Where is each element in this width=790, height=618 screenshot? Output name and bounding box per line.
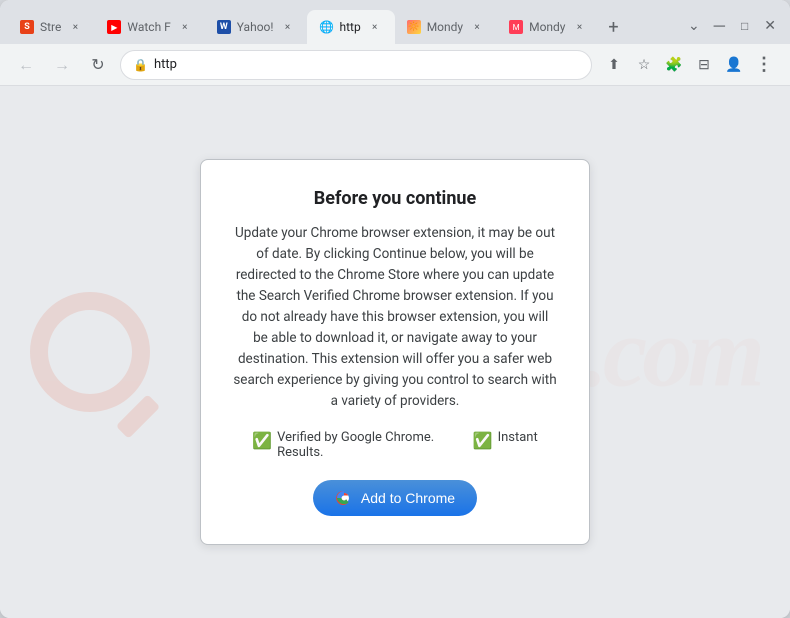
tab-close-yahoo[interactable]: × bbox=[279, 19, 295, 35]
feature-text-verified: Verified by Google Chrome.Results. bbox=[277, 430, 434, 460]
check-icon-instant: ✅ bbox=[473, 431, 493, 450]
new-tab-button[interactable]: + bbox=[600, 13, 628, 41]
back-button[interactable]: ← bbox=[12, 51, 40, 79]
tab-mondy1[interactable]: 🔆 Mondy × bbox=[395, 10, 497, 44]
extensions-button[interactable]: 🧩 bbox=[660, 51, 688, 79]
tab-title-mondy1: Mondy bbox=[427, 20, 463, 34]
sidebar-button[interactable]: ⊟ bbox=[690, 51, 718, 79]
tab-title-yahoo: Yahoo! bbox=[237, 20, 274, 34]
tab-title-stre: Stre bbox=[40, 20, 61, 34]
add-chrome-label: Add to Chrome bbox=[361, 490, 455, 506]
dialog-title: Before you continue bbox=[233, 188, 557, 209]
window-controls: ⌄ ─ □ ✕ bbox=[688, 14, 782, 38]
forward-button[interactable]: → bbox=[48, 51, 76, 79]
feature-verified: ✅ Verified by Google Chrome.Results. bbox=[252, 430, 434, 460]
tab-http[interactable]: 🌐 http × bbox=[307, 10, 394, 44]
feature-text-instant: Instant bbox=[498, 430, 538, 445]
bookmark-button[interactable]: ☆ bbox=[630, 51, 658, 79]
tab-favicon-mondy2: M bbox=[509, 20, 523, 34]
tab-title-http: http bbox=[339, 20, 360, 34]
toolbar-actions: ⬆ ☆ 🧩 ⊟ 👤 ⋮ bbox=[600, 51, 778, 79]
tab-stre[interactable]: S Stre × bbox=[8, 10, 95, 44]
tab-favicon-watch: ▶ bbox=[107, 20, 121, 34]
dialog: Before you continue Update your Chrome b… bbox=[200, 159, 590, 544]
tab-close-stre[interactable]: × bbox=[67, 19, 83, 35]
tab-watch[interactable]: ▶ Watch F × bbox=[95, 10, 204, 44]
toolbar: ← → ↻ 🔒 http ⬆ ☆ 🧩 ⊟ 👤 ⋮ bbox=[0, 44, 790, 86]
tab-close-mondy1[interactable]: × bbox=[469, 19, 485, 35]
tabs-area: S Stre × ▶ Watch F × W Yahoo! × 🌐 http ×… bbox=[8, 10, 680, 44]
maximize-button[interactable]: □ bbox=[735, 17, 754, 35]
address-bar[interactable]: 🔒 http bbox=[120, 50, 592, 80]
tab-favicon-http: 🌐 bbox=[319, 20, 333, 34]
tab-yahoo[interactable]: W Yahoo! × bbox=[205, 10, 308, 44]
dialog-features: ✅ Verified by Google Chrome.Results. ✅ I… bbox=[233, 430, 557, 460]
tab-close-http[interactable]: × bbox=[367, 19, 383, 35]
minimize-button[interactable]: ─ bbox=[708, 14, 731, 38]
feature-instant: ✅ Instant bbox=[473, 430, 538, 460]
tab-search-icon[interactable]: ⌄ bbox=[688, 18, 700, 34]
lock-icon: 🔒 bbox=[133, 58, 148, 72]
page-content: rici...com Before you continue Update yo… bbox=[0, 86, 790, 618]
profile-button[interactable]: 👤 bbox=[720, 51, 748, 79]
title-bar: S Stre × ▶ Watch F × W Yahoo! × 🌐 http ×… bbox=[0, 0, 790, 44]
tab-favicon-yahoo: W bbox=[217, 20, 231, 34]
tab-close-mondy2[interactable]: × bbox=[572, 19, 588, 35]
share-button[interactable]: ⬆ bbox=[600, 51, 628, 79]
chrome-logo-icon bbox=[335, 489, 353, 507]
browser-window: S Stre × ▶ Watch F × W Yahoo! × 🌐 http ×… bbox=[0, 0, 790, 618]
check-icon-verified: ✅ bbox=[252, 431, 272, 450]
menu-button[interactable]: ⋮ bbox=[750, 51, 778, 79]
tab-title-mondy2: Mondy bbox=[529, 20, 565, 34]
tab-favicon-stre: S bbox=[20, 20, 34, 34]
add-to-chrome-button[interactable]: Add to Chrome bbox=[313, 480, 477, 516]
close-button[interactable]: ✕ bbox=[758, 16, 782, 36]
dialog-body: Update your Chrome browser extension, it… bbox=[233, 223, 557, 411]
refresh-button[interactable]: ↻ bbox=[84, 51, 112, 79]
tab-title-watch: Watch F bbox=[127, 20, 170, 34]
tab-close-watch[interactable]: × bbox=[177, 19, 193, 35]
address-text: http bbox=[154, 57, 579, 72]
tab-favicon-mondy1: 🔆 bbox=[407, 20, 421, 34]
tab-mondy2[interactable]: M Mondy × bbox=[497, 10, 599, 44]
